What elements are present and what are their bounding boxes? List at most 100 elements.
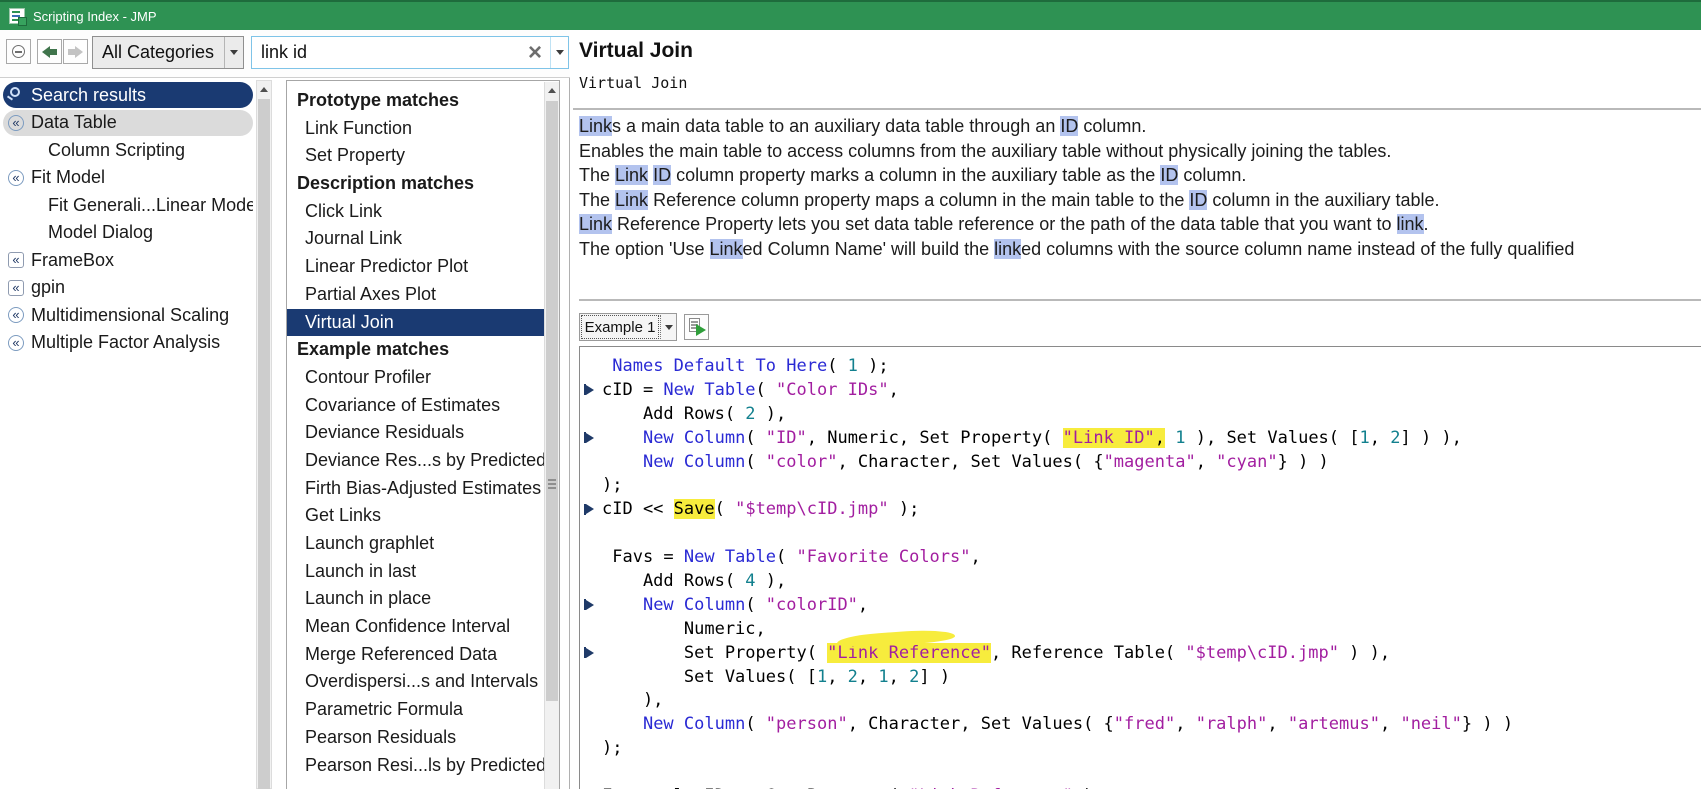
list-item-get-links[interactable]: Get Links: [287, 502, 544, 530]
sidebar-item-label: Data Table: [31, 112, 117, 132]
sidebar-item-column-scripting[interactable]: Column Scripting: [3, 137, 253, 163]
collapse-icon: [12, 45, 25, 58]
list-item-pearson-residuals[interactable]: Pearson Residuals: [287, 724, 544, 752]
list-item-launch-graphlet[interactable]: Launch graphlet: [287, 530, 544, 558]
list-item-linear-predictor-plot[interactable]: Linear Predictor Plot: [287, 253, 544, 281]
list-item-firth-bias-adjusted-estimates[interactable]: Firth Bias-Adjusted Estimates: [287, 475, 544, 503]
code-line: cID = New Table( "Color IDs",: [580, 379, 1701, 403]
code-line: Add Rows( 4 ),: [602, 571, 787, 592]
sidebar-item-label: Fit Generali...Linear Model: [48, 194, 253, 215]
sidebar-item-label: gpin: [31, 277, 66, 297]
sidebar-item-gpin[interactable]: « gpin: [3, 275, 253, 301]
title-bar: Scripting Index - JMP: [0, 0, 1701, 30]
collapse-all-button[interactable]: [6, 39, 31, 64]
list-item-link-function[interactable]: Link Function: [287, 115, 544, 143]
step-marker-icon: [584, 432, 594, 444]
code-line: ),: [602, 690, 664, 711]
code-line: cID << Save( "$temp\cID.jmp" );: [580, 498, 1701, 522]
description-line: Links a main data table to an auxiliary …: [579, 116, 1147, 136]
sidebar-item-label: Multidimensional Scaling: [31, 304, 230, 325]
category-dropdown-value: All Categories: [102, 42, 215, 62]
forward-arrow-icon: [75, 46, 83, 58]
list-item-virtual-join[interactable]: Virtual Join: [287, 308, 544, 337]
code-line: New Column( "colorID",: [580, 594, 1701, 618]
list-item-pearson-resi-ls-by-predicted[interactable]: Pearson Resi...ls by Predicted: [287, 752, 544, 780]
sidebar-item-multiple-factor-analysis[interactable]: « Multiple Factor Analysis: [3, 330, 253, 356]
forward-button[interactable]: [63, 39, 88, 64]
list-item-covariance-of-estimates[interactable]: Covariance of Estimates: [287, 392, 544, 420]
search-history-caret[interactable]: [550, 37, 568, 68]
sidebar-item-framebox[interactable]: « FrameBox: [3, 247, 253, 273]
back-arrow-icon: [42, 46, 50, 58]
sidebar-item-fit-generali-linear-model[interactable]: Fit Generali...Linear Model: [3, 192, 253, 218]
collapse-circle-icon: «: [8, 334, 24, 351]
list-item-journal-link[interactable]: Journal Link: [287, 225, 544, 253]
back-button[interactable]: [37, 39, 62, 64]
list-item-launch-in-last[interactable]: Launch in last: [287, 558, 544, 586]
list-item-contour-profiler[interactable]: Contour Profiler: [287, 364, 544, 392]
search-clear-icon[interactable]: ×: [520, 38, 550, 68]
list-item-partial-axes-plot[interactable]: Partial Axes Plot: [287, 281, 544, 309]
list-item-set-property[interactable]: Set Property: [287, 142, 544, 170]
app-icon: [9, 8, 27, 26]
list-item-deviance-res-s-by-predicted[interactable]: Deviance Res...s by Predicted: [287, 447, 544, 475]
example-code-box[interactable]: Names Default To Here( 1 ); cID = New Tab…: [579, 346, 1701, 789]
list-item-merge-referenced-data[interactable]: Merge Referenced Data: [287, 641, 544, 669]
search-box[interactable]: ×: [251, 36, 569, 69]
sidebar-item-label: Column Scripting: [48, 139, 186, 160]
sidebar-item-data-table[interactable]: « Data Table: [3, 109, 253, 136]
code-line: Names Default To Here( 1 );: [612, 356, 889, 376]
scrollbar-thumb[interactable]: [258, 99, 270, 789]
category-dropdown-caret[interactable]: [224, 37, 243, 68]
code-line: Set Property( "Link Reference", Referenc…: [580, 642, 1701, 666]
code-line: New Column( "ID", Numeric, Set Property(…: [580, 427, 1701, 451]
list-header-description-matches: Description matches: [297, 173, 475, 194]
chevron-down-icon: [230, 50, 238, 55]
code-line: );: [602, 475, 623, 496]
sidebar-item-model-dialog[interactable]: Model Dialog: [3, 220, 253, 246]
list-header-example-matches: Example matches: [297, 339, 450, 360]
chevron-down-icon: [664, 324, 673, 330]
list-item-parametric-formula[interactable]: Parametric Formula: [287, 696, 544, 724]
step-marker-icon: [584, 503, 594, 515]
code-line: Numeric,: [602, 618, 766, 639]
description-line: Enables the main table to access columns…: [579, 140, 1392, 161]
results-scrollbar[interactable]: [544, 82, 559, 789]
sidebar-item-fit-model[interactable]: « Fit Model: [3, 165, 253, 191]
list-item-overdispersi-s-and-intervals[interactable]: Overdispersi...s and Intervals: [287, 668, 544, 696]
divider: [579, 299, 1701, 301]
scroll-up-icon[interactable]: [545, 82, 559, 98]
sidebar-item-multidimensional-scaling[interactable]: « Multidimensional Scaling: [3, 302, 253, 328]
sidebar-item-label: Search results: [31, 84, 147, 105]
scroll-up-icon[interactable]: [257, 81, 271, 97]
divider: [573, 108, 1701, 110]
topic-panel: Virtual Join Virtual Join Links a main d…: [571, 30, 1701, 789]
code-line: Favs:colorID << Get Property( "Link Refe…: [580, 785, 1701, 789]
list-item-mean-confidence-interval[interactable]: Mean Confidence Interval: [287, 613, 544, 641]
description-line: The Link Reference column property maps …: [579, 189, 1440, 210]
description-line: The Link ID column property marks a colu…: [579, 165, 1247, 186]
scrollbar-thumb[interactable]: [546, 101, 558, 701]
list-item-launch-in-place[interactable]: Launch in place: [287, 585, 544, 613]
collapse-circle-icon: «: [8, 169, 24, 186]
search-icon: [10, 87, 20, 97]
code-line: New Column( "person", Character, Set Val…: [642, 714, 1514, 735]
sidebar-item-label: Multiple Factor Analysis: [31, 332, 221, 352]
chevron-down-icon: [555, 50, 564, 55]
example-selector[interactable]: Example 1: [579, 313, 677, 341]
list-item-deviance-residuals[interactable]: Deviance Residuals: [287, 419, 544, 447]
sidebar-scrollbar[interactable]: [256, 80, 272, 789]
example-selector-caret[interactable]: [660, 315, 676, 339]
run-play-icon: [696, 324, 706, 336]
sidebar-item-search-results[interactable]: Search results: [3, 82, 253, 108]
list-item-click-link[interactable]: Click Link: [287, 198, 544, 226]
code-line: );: [602, 738, 623, 759]
code-line: New Column( "color", Character, Set Valu…: [642, 451, 1329, 472]
category-dropdown[interactable]: All Categories: [92, 36, 244, 69]
description-line: The option 'Use Linked Column Name' will…: [579, 238, 1575, 259]
run-script-button[interactable]: [684, 314, 709, 340]
search-input[interactable]: [252, 37, 520, 68]
code-line: Favs = New Table( "Favorite Colors",: [602, 547, 981, 568]
code-line: Add Rows( 2 ),: [602, 403, 787, 424]
